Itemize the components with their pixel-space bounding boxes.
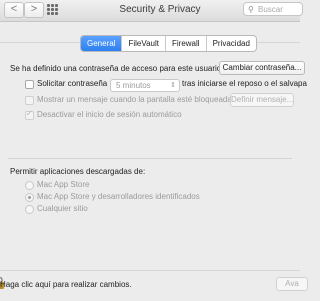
require-password-delay-value: 5 minutos <box>116 81 151 90</box>
show-all-grid-icon[interactable] <box>46 2 60 16</box>
tab-bar: General FileVault Firewall Privacidad <box>80 35 257 52</box>
disable-autologin-label: Desactivar el inicio de sesión automátic… <box>37 110 182 119</box>
search-placeholder: Buscar <box>258 5 283 14</box>
downloads-heading: Permitir aplicaciones descargadas de: <box>10 167 146 176</box>
option-anywhere-label: Cualquier sitio <box>37 204 88 213</box>
radio-anywhere[interactable] <box>25 205 34 214</box>
forward-button[interactable]: > <box>24 2 44 18</box>
radio-mac-app-store[interactable] <box>25 181 34 190</box>
search-field[interactable]: ⚲ Buscar <box>243 2 303 16</box>
disable-autologin-checkbox[interactable]: ✓ <box>25 109 34 120</box>
require-password-after-label: tras iniciarse el reposo o el salvapa <box>182 79 307 88</box>
lock-instruction-text[interactable]: Haga clic aquí para realizar cambios. <box>0 280 132 289</box>
checkmark-icon: ✓ <box>26 109 33 118</box>
updown-arrows-icon: ⇕ <box>170 82 176 89</box>
section-divider <box>8 158 292 159</box>
radio-mac-app-store-identified[interactable] <box>25 193 34 202</box>
tab-firewall[interactable]: Firewall <box>165 36 206 51</box>
tab-general[interactable]: General <box>81 36 122 51</box>
require-password-delay-select[interactable]: 5 minutos ⇕ <box>110 79 180 92</box>
window-titlebar: < > Security & Privacy ⚲ Buscar <box>0 0 303 22</box>
show-message-label: Mostrar un mensaje cuando la pantalla es… <box>37 95 232 104</box>
chevron-right-icon: > <box>30 3 38 15</box>
option-identified-label: Mac App Store y desarrolladores identifi… <box>37 192 200 201</box>
tab-filevault[interactable]: FileVault <box>121 36 165 51</box>
window-title: Security & Privacy <box>119 4 201 15</box>
require-password-checkbox[interactable] <box>25 80 34 89</box>
chevron-left-icon: < <box>10 3 18 15</box>
set-message-button[interactable]: Definir mensaje... <box>230 93 294 107</box>
show-message-checkbox[interactable] <box>25 96 34 105</box>
tab-privacidad[interactable]: Privacidad <box>205 36 256 51</box>
require-password-label: Solicitar contraseña <box>37 79 108 88</box>
change-password-button[interactable]: Cambiar contraseña... <box>219 61 305 75</box>
search-icon: ⚲ <box>248 5 254 14</box>
back-button[interactable]: < <box>4 2 24 18</box>
password-set-label: Se ha definido una contraseña de acceso … <box>10 64 222 73</box>
advanced-button[interactable]: Ava <box>276 277 308 291</box>
option-mac-app-store-label: Mac App Store <box>37 180 90 189</box>
